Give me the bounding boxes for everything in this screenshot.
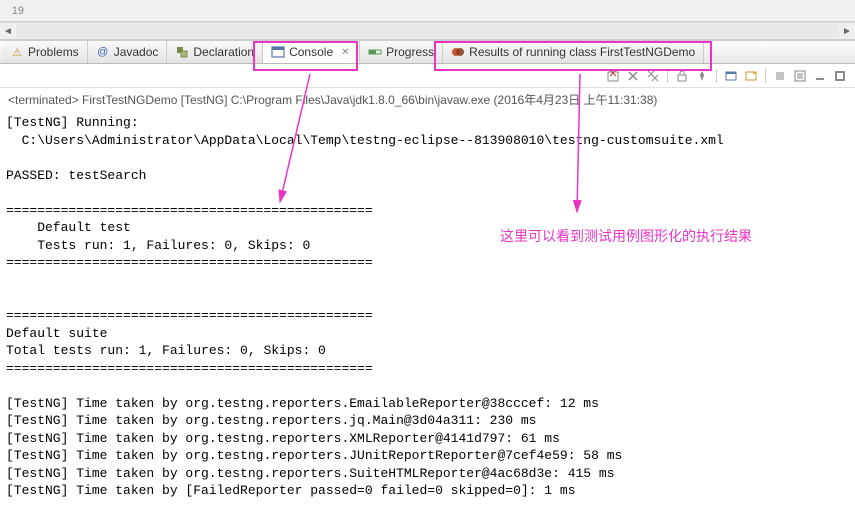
remove-launch-button[interactable] [624, 67, 642, 85]
terminate-button[interactable] [771, 67, 789, 85]
tab-console[interactable]: Console ✕ [263, 41, 360, 63]
console-toolbar [0, 64, 855, 88]
tab-problems[interactable]: ⚠ Problems [2, 41, 88, 63]
tab-javadoc[interactable]: @ Javadoc [88, 41, 168, 63]
toolbar-separator [667, 69, 668, 83]
tab-label: Results of running class FirstTestNGDemo [469, 45, 695, 59]
line-number: 19 [4, 5, 32, 17]
editor-top-bar: 19 [0, 0, 855, 22]
pin-console-button[interactable] [693, 67, 711, 85]
scroll-right-icon[interactable]: ► [839, 23, 855, 39]
tab-results[interactable]: Results of running class FirstTestNGDemo [443, 41, 704, 63]
console-status: <terminated> FirstTestNGDemo [TestNG] C:… [0, 88, 855, 111]
declaration-icon [175, 45, 189, 59]
tab-label: Console [289, 45, 333, 59]
show-stdout-button[interactable] [791, 67, 809, 85]
tab-label: Progress [386, 45, 434, 59]
tab-label: Javadoc [114, 45, 159, 59]
horizontal-scrollbar[interactable]: ◄ ► [0, 22, 855, 40]
remove-all-button[interactable] [644, 67, 662, 85]
console-icon [271, 45, 285, 59]
close-icon[interactable]: ✕ [341, 47, 351, 57]
tab-progress[interactable]: Progress [360, 41, 443, 63]
scroll-track[interactable] [16, 24, 839, 38]
tab-label: Problems [28, 45, 79, 59]
scroll-left-icon[interactable]: ◄ [0, 23, 16, 39]
view-tabs: ⚠ Problems @ Javadoc Declaration Console… [0, 40, 855, 64]
console-output[interactable]: [TestNG] Running: C:\Users\Administrator… [0, 111, 855, 503]
display-selected-button[interactable] [722, 67, 740, 85]
clear-console-button[interactable] [604, 67, 622, 85]
problems-icon: ⚠ [10, 45, 24, 59]
toolbar-separator [765, 69, 766, 83]
open-console-button[interactable] [742, 67, 760, 85]
tab-declaration[interactable]: Declaration [167, 41, 263, 63]
tab-label: Declaration [193, 45, 254, 59]
results-icon [451, 45, 465, 59]
toolbar-separator [716, 69, 717, 83]
maximize-button[interactable] [831, 67, 849, 85]
minimize-button[interactable] [811, 67, 829, 85]
progress-icon [368, 45, 382, 59]
scroll-lock-button[interactable] [673, 67, 691, 85]
javadoc-icon: @ [96, 45, 110, 59]
